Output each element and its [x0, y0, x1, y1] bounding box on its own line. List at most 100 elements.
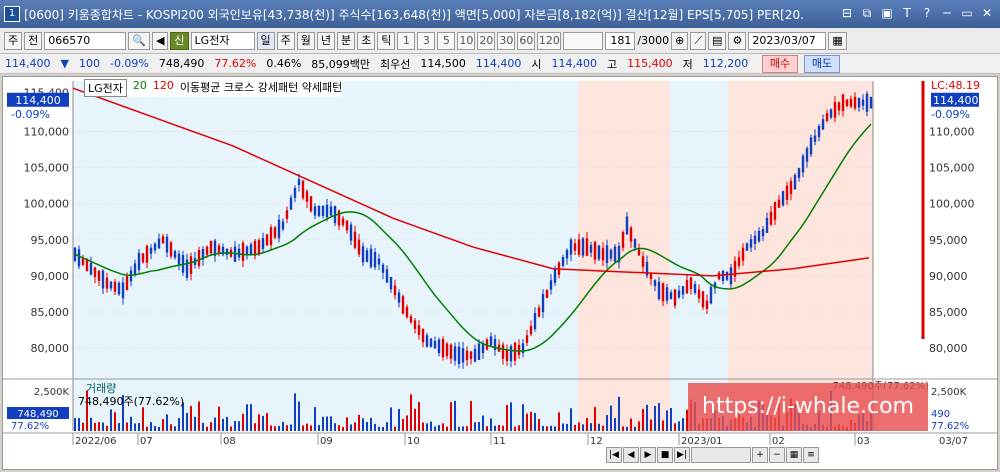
stock-code-input[interactable]: 066570 [44, 31, 127, 50]
volume-bar [238, 421, 240, 431]
volume-bar [482, 415, 484, 431]
minute-30[interactable]: 30 [497, 31, 516, 50]
scroll-first-icon[interactable]: |◀ [606, 447, 622, 463]
maximize-window-icon[interactable]: ▣ [880, 6, 894, 20]
tab-week[interactable]: 주 [276, 31, 295, 50]
volume-bar [590, 423, 592, 431]
scroll-stop-icon[interactable]: ■ [657, 447, 673, 463]
candle [353, 231, 357, 248]
trend-icon[interactable]: ⟋ [690, 31, 707, 50]
y-tick-right: 85,000 [929, 306, 968, 319]
candle [317, 205, 321, 217]
candle [741, 247, 745, 261]
volume-bar [218, 406, 220, 431]
candle [693, 284, 697, 294]
volume-bar [370, 417, 372, 431]
minimize-icon[interactable]: ─ [940, 6, 954, 20]
candle [685, 280, 689, 294]
volume-bar [78, 418, 80, 431]
candle [701, 291, 705, 308]
tab-year[interactable]: 년 [316, 31, 336, 50]
speaker-icon[interactable]: ◀ [151, 31, 169, 50]
x-tick: 02 [772, 436, 785, 447]
candle [309, 196, 313, 212]
search-icon[interactable]: 🔍 [128, 31, 150, 50]
candle [433, 340, 437, 349]
candle [825, 113, 829, 122]
minute-1[interactable]: 1 [397, 31, 416, 50]
gear-icon[interactable]: ⚙ [728, 31, 747, 50]
sell-button[interactable]: 매도 [804, 55, 840, 73]
candle [105, 277, 109, 289]
scroll-track[interactable] [691, 447, 751, 463]
scroll-next-icon[interactable]: ▶| [674, 447, 690, 463]
tab-second[interactable]: 초 [357, 31, 376, 50]
volume-bar [398, 409, 400, 431]
date-input[interactable]: 2023/03/07 [748, 31, 827, 50]
list-icon[interactable]: ≡ [803, 447, 819, 463]
calendar-icon[interactable]: ▦ [828, 31, 847, 50]
volume-bar [450, 402, 452, 431]
count-input[interactable]: 181 [605, 31, 636, 50]
help-icon[interactable]: ? [920, 6, 934, 20]
candle [525, 335, 529, 343]
candle [621, 231, 625, 248]
tab-month[interactable]: 월 [296, 31, 315, 50]
grid-icon[interactable]: ▦ [786, 447, 802, 463]
maximize-icon[interactable]: ▭ [960, 6, 974, 20]
volume-bar [206, 426, 208, 431]
volume-bar [202, 422, 204, 431]
zoom-out-icon[interactable]: − [769, 447, 785, 463]
volume-bar [682, 418, 684, 431]
x-tick: 07 [140, 436, 153, 447]
candle [805, 148, 809, 162]
crosshair-icon[interactable]: ⊕ [671, 31, 689, 50]
candle [765, 217, 769, 233]
candle [489, 336, 493, 346]
prev-button[interactable]: 전 [24, 31, 43, 50]
candle [401, 296, 405, 314]
candle [673, 289, 677, 306]
buy-button[interactable]: 매수 [762, 55, 798, 73]
volume-bar [442, 423, 444, 431]
volume-bar [126, 422, 128, 431]
minute-20[interactable]: 20 [477, 31, 496, 50]
font-icon[interactable]: T [900, 6, 914, 20]
custom-period-select[interactable] [563, 31, 604, 50]
volume-bar [266, 413, 268, 431]
volume-bar [618, 396, 620, 431]
scroll-prev-icon[interactable]: ◀ [623, 447, 639, 463]
volume-bar [90, 417, 92, 431]
candle [205, 246, 209, 255]
y-tick-left: 110,000 [24, 126, 70, 139]
volume-bar [634, 426, 636, 431]
trade-amount: 85,099백만 [311, 57, 371, 71]
period-mode-select[interactable]: 주 [4, 31, 23, 50]
volume-bar [318, 425, 320, 431]
minute-120[interactable]: 120 [537, 31, 562, 50]
candle [345, 220, 349, 231]
layout-icon[interactable]: ⊟ [840, 6, 854, 20]
tab-tick[interactable]: 틱 [377, 31, 396, 50]
volume-bar [586, 417, 588, 431]
tab-day[interactable]: 일 [256, 31, 275, 50]
minute-60[interactable]: 60 [517, 31, 536, 50]
candle [197, 249, 201, 266]
vol-cur-right: 490 [931, 409, 950, 420]
zoom-in-icon[interactable]: + [752, 447, 768, 463]
volume-bar [334, 423, 336, 431]
tab-minute[interactable]: 분 [337, 31, 356, 50]
restore-icon[interactable]: ⧉ [860, 6, 874, 20]
candle [509, 345, 513, 362]
minute-3[interactable]: 3 [417, 31, 436, 50]
minute-5[interactable]: 5 [437, 31, 456, 50]
candle [829, 109, 833, 118]
down-arrow-icon: ▼ [60, 57, 69, 70]
scroll-play-icon[interactable]: ▶ [640, 447, 656, 463]
minute-10[interactable]: 10 [457, 31, 476, 50]
close-icon[interactable]: ✕ [980, 6, 994, 20]
volume-bar [386, 422, 388, 431]
candle [361, 246, 365, 263]
save-icon[interactable]: ▤ [708, 31, 727, 50]
candle [661, 283, 665, 302]
